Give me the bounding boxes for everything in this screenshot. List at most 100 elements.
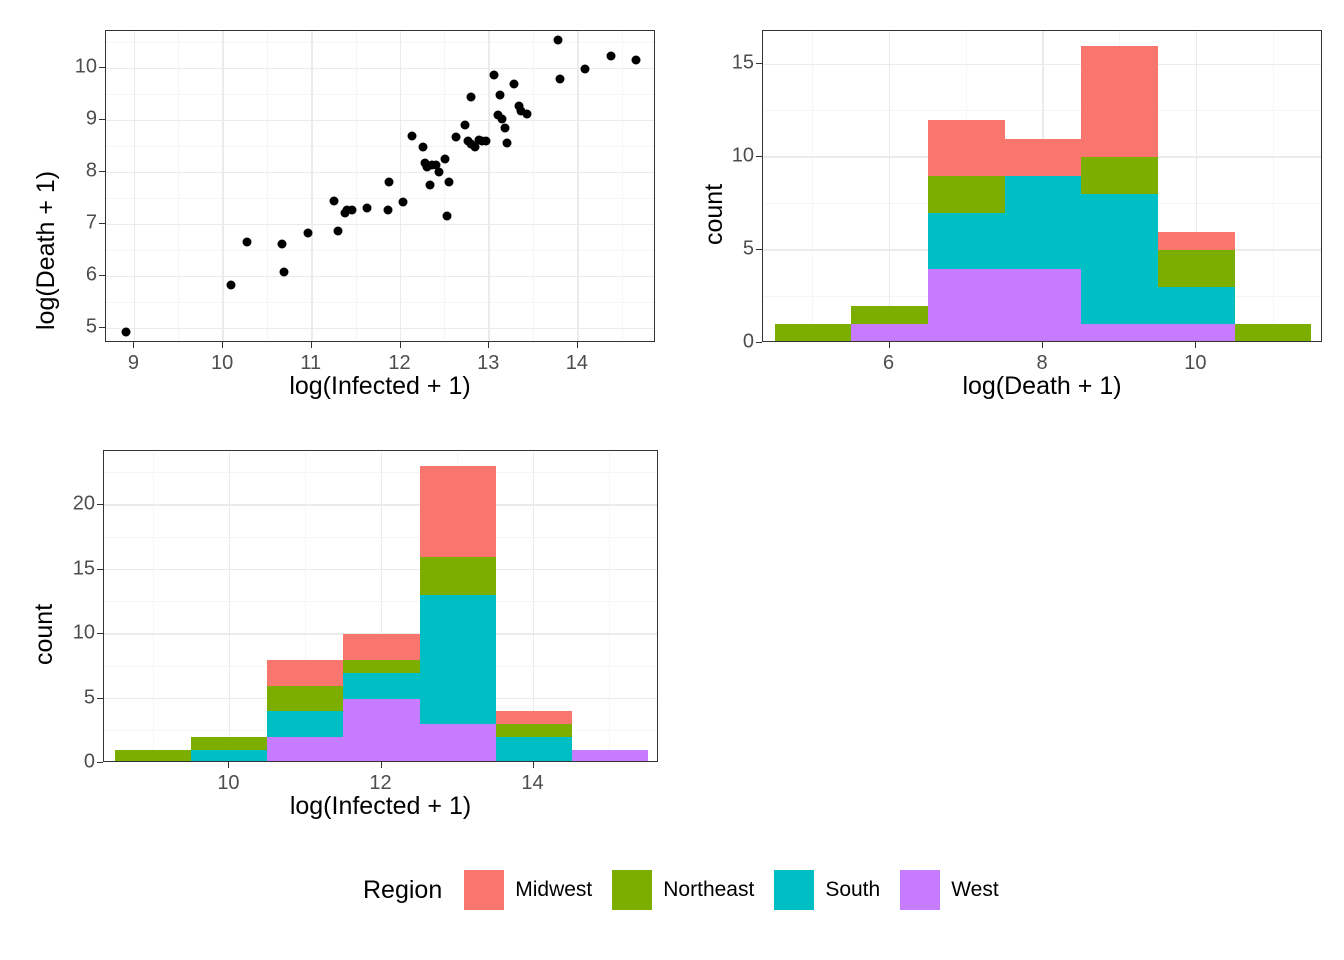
hist-infected-bar-segment: [267, 659, 344, 686]
hist-death-plot-panel: [762, 30, 1322, 342]
legend-item-label: Northeast: [663, 878, 755, 901]
scatter-point: [242, 237, 252, 247]
scatter-plot-panel: [105, 30, 655, 342]
hist-infected-bar-segment: [343, 698, 420, 761]
multi-panel-figure: log(Death + 1) log(Infected + 1) 5 6 7 8 9 10…: [0, 0, 1344, 960]
gridline-minor-horizontal: [106, 41, 654, 43]
hist-death-bar-segment: [1158, 287, 1235, 325]
scatter-x-tick-mark: [399, 342, 401, 348]
gridline-minor-vertical: [444, 31, 446, 341]
scatter-point: [580, 64, 590, 74]
scatter-y-tick-label: 9: [85, 107, 97, 130]
hist-death-bar-segment: [927, 213, 1005, 269]
hist-death-x-tick-mark: [1195, 342, 1197, 348]
hist-infected-x-tick-mark: [532, 762, 534, 768]
hist-infected-bar-segment: [419, 595, 496, 725]
hist-death-bar-segment: [1004, 175, 1082, 269]
scatter-point: [495, 90, 505, 100]
hist-infected-bar-segment: [419, 556, 496, 596]
scatter-y-tick-label: 7: [85, 211, 97, 234]
scatter-point: [384, 177, 394, 187]
scatter-x-tick-label: 12: [388, 352, 411, 374]
gridline-major-horizontal: [106, 171, 654, 174]
legend-item-south[interactable]: South: [774, 870, 880, 910]
legend-title: Region: [363, 875, 443, 904]
scatter-point: [383, 205, 393, 215]
gridline-major-horizontal: [106, 67, 654, 70]
scatter-point: [460, 120, 470, 130]
scatter-point: [631, 55, 641, 65]
gridline-minor-vertical: [266, 31, 268, 341]
scatter-x-tick-label: 10: [210, 352, 234, 374]
hist-infected-x-tick-mark: [228, 762, 230, 768]
hist-infected-y-tick-label: 10: [72, 621, 95, 644]
gridline-minor-horizontal: [106, 197, 654, 199]
scatter-y-tick-label: 8: [85, 159, 97, 182]
hist-death-bar-segment: [927, 120, 1005, 176]
hist-infected-bar-segment: [343, 634, 420, 660]
scatter-point: [481, 136, 491, 146]
scatter-point: [555, 74, 565, 84]
hist-infected-bar-segment: [191, 750, 268, 761]
hist-infected-bar-segment: [495, 737, 572, 761]
hist-death-bar-segment: [1004, 268, 1082, 341]
scatter-y-tick-label: 5: [85, 315, 97, 338]
legend-item-northeast[interactable]: Northeast: [612, 870, 754, 910]
scatter-point: [466, 92, 476, 102]
scatter-point: [303, 228, 313, 238]
scatter-x-tick-mark: [222, 342, 224, 348]
hist-death-bar-segment: [1081, 157, 1159, 195]
hist-death-bar-segment: [927, 175, 1005, 213]
hist-death-bar-segment: [851, 324, 928, 341]
gridline-major-vertical: [577, 31, 579, 341]
hist-death-bar-segment: [1081, 324, 1159, 341]
gridline-minor-horizontal: [106, 249, 654, 251]
hist-death-x-tick-label: 8: [1036, 352, 1048, 374]
gridline-major-horizontal: [106, 327, 654, 330]
scatter-point: [440, 154, 450, 164]
hist-infected-bar-segment: [115, 750, 192, 761]
hist-infected-x-tick-label: 14: [521, 772, 544, 794]
gridline-minor-horizontal: [106, 145, 654, 147]
hist-infected-x-tick-mark: [380, 762, 382, 768]
scatter-point: [121, 327, 131, 337]
hist-death-x-tick-label: 6: [883, 352, 895, 374]
hist-death-x-tick-label: 10: [1184, 352, 1207, 374]
hist-infected-y-tick-label: 20: [72, 492, 95, 515]
scatter-point: [226, 280, 236, 290]
scatter-point: [407, 131, 417, 141]
gridline-major-vertical: [888, 31, 891, 341]
panel-scatter: log(Death + 1) log(Infected + 1) 5 6 7 8 9 10…: [0, 0, 672, 420]
legend-item-midwest[interactable]: Midwest: [464, 870, 592, 910]
hist-death-bar-segment: [927, 268, 1005, 341]
panel-histogram-death: count log(Death + 1) 0 5 10 15 6 8 10: [672, 0, 1344, 420]
hist-infected-x-axis-title: log(Infected + 1): [289, 792, 472, 820]
legend-item-west[interactable]: West: [900, 870, 999, 910]
hist-death-y-tick-mark: [756, 342, 762, 343]
gridline-minor-vertical: [533, 31, 535, 341]
scatter-point: [362, 203, 372, 213]
hist-infected-y-tick-mark: [97, 762, 103, 763]
hist-infected-bar-segment: [419, 724, 496, 761]
gridline-major-horizontal: [106, 223, 654, 226]
scatter-point: [279, 267, 289, 277]
scatter-point: [502, 138, 512, 148]
scatter-point: [489, 70, 499, 80]
scatter-x-tick-mark: [488, 342, 490, 348]
hist-infected-bar-segment: [495, 724, 572, 738]
scatter-point: [333, 226, 343, 236]
hist-infected-bar-segment: [267, 711, 344, 738]
hist-infected-x-tick-label: 12: [369, 772, 392, 794]
hist-infected-bar-segment: [343, 659, 420, 673]
gridline-major-horizontal: [106, 119, 654, 122]
gridline-major-vertical: [399, 31, 402, 341]
hist-death-x-tick-mark: [1042, 342, 1043, 348]
hist-death-bar-segment: [1234, 324, 1312, 341]
scatter-x-tick-mark: [310, 342, 312, 348]
hist-death-y-tick-label: 15: [731, 51, 754, 74]
scatter-point: [418, 142, 428, 152]
legend-key-swatch-icon: [774, 870, 815, 910]
gridline-minor-vertical: [1272, 31, 1274, 341]
gridline-minor-vertical: [609, 451, 611, 761]
hist-infected-bar-segment: [343, 672, 420, 699]
